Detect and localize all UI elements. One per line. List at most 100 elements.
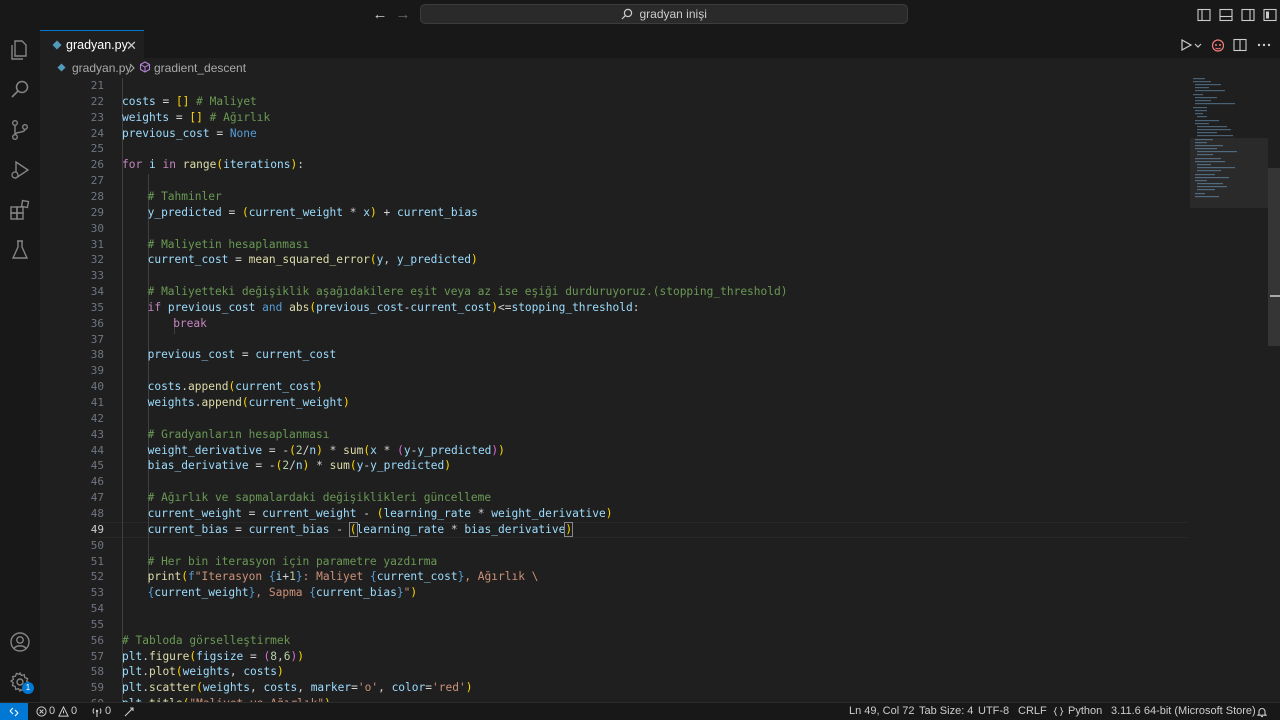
line-number-gutter: 21 22 23 24 25 26 27 28 29 30 31 32 33 34 35 36 37 38 39 40… <box>40 78 104 702</box>
code-line[interactable]: costs = [] # Maliyet <box>122 94 257 110</box>
ports-count[interactable]: 0 <box>105 705 111 717</box>
command-center-search[interactable]: gradyan inişi <box>420 4 908 24</box>
minimap[interactable] <box>1190 78 1270 702</box>
account-icon[interactable] <box>8 630 32 654</box>
extensions-icon[interactable] <box>8 198 32 222</box>
code-line[interactable]: # Tabloda görselleştirmek <box>122 633 290 649</box>
line-number: 30 <box>90 221 104 235</box>
line-number: 37 <box>90 332 104 346</box>
line-number: 46 <box>90 475 104 489</box>
source-control-icon[interactable] <box>8 118 32 142</box>
line-number: 40 <box>90 380 104 394</box>
code-line[interactable]: previous_cost = None <box>122 126 257 142</box>
python-interpreter[interactable]: 3.11.6 64-bit (Microsoft Store) <box>1111 705 1256 717</box>
code-line[interactable]: bias_derivative = -(2/n) * sum(y-y_predi… <box>148 458 451 474</box>
line-number: 21 <box>90 79 104 92</box>
live-share-icon[interactable] <box>123 706 135 718</box>
line-ending[interactable]: CRLF <box>1018 705 1047 717</box>
warning-count[interactable]: 0 <box>71 705 77 717</box>
line-number: 36 <box>90 316 104 330</box>
line-number: 52 <box>90 570 104 584</box>
indentation[interactable]: Tab Size: 4 <box>919 705 973 717</box>
close-tab-icon[interactable]: ✕ <box>126 38 137 54</box>
code-line[interactable]: current_weight = current_weight - (learn… <box>148 506 613 522</box>
line-number: 41 <box>90 396 104 409</box>
line-number: 57 <box>90 649 104 663</box>
code-line[interactable]: weight_derivative = -(2/n) * sum(x * (y-… <box>148 443 505 459</box>
line-number: 43 <box>90 427 104 441</box>
code-line[interactable]: weights = [] # Ağırlık <box>122 110 270 126</box>
toggle-secondary-sidebar-icon[interactable] <box>1240 7 1256 23</box>
line-number: 45 <box>90 459 104 473</box>
language-mode[interactable]: Python <box>1068 705 1102 717</box>
code-line[interactable]: plt.figure(figsize = (8,6)) <box>122 649 304 665</box>
line-number: 38 <box>90 348 104 362</box>
tab-label: gradyan.py <box>66 38 128 52</box>
code-line[interactable]: # Her bin iterasyon için parametre yazdı… <box>148 554 438 570</box>
command-center-text: gradyan inişi <box>639 7 707 21</box>
code-line[interactable]: print(f"Iterasyon {i+1}: Maliyet {curren… <box>148 569 539 585</box>
code-line[interactable]: current_cost = mean_squared_error(y, y_p… <box>148 252 478 268</box>
code-line[interactable]: plt.plot(weights, costs) <box>122 664 284 680</box>
scrollbar-cursor-marker <box>1270 295 1280 297</box>
tab-gradyan-py[interactable]: gradyan.py ✕ <box>40 30 144 58</box>
toggle-primary-sidebar-icon[interactable] <box>1196 7 1212 23</box>
split-editor-icon[interactable] <box>1232 37 1248 53</box>
code-line[interactable]: # Maliyetteki değişiklik aşağıdakilere e… <box>148 284 788 300</box>
line-number: 50 <box>90 538 104 552</box>
customize-layout-icon[interactable] <box>1262 7 1278 23</box>
code-line[interactable]: current_bias = current_bias - (learning_… <box>148 521 574 538</box>
cursor-position[interactable]: Ln 49, Col 72 <box>849 705 914 717</box>
line-number: 49 <box>90 522 104 536</box>
line-number: 24 <box>90 126 104 140</box>
breadcrumb-symbol[interactable]: gradient_descent <box>154 61 246 75</box>
vertical-scrollbar[interactable] <box>1268 168 1280 346</box>
line-number: 59 <box>90 681 104 695</box>
code-line[interactable]: if previous_cost and abs(previous_cost-c… <box>148 300 640 316</box>
code-line[interactable]: plt.scatter(weights, costs, marker='o', … <box>122 680 472 696</box>
testing-flask-icon[interactable] <box>8 238 32 262</box>
error-count[interactable]: 0 <box>49 705 55 717</box>
remote-icon <box>9 707 19 717</box>
python-file-icon <box>52 40 62 50</box>
line-number: 33 <box>90 269 104 283</box>
run-python-file-icon[interactable] <box>1178 37 1194 53</box>
remote-indicator[interactable] <box>0 703 28 720</box>
code-line[interactable]: for i in range(iterations): <box>122 157 304 173</box>
search-icon[interactable] <box>8 78 32 102</box>
code-line[interactable]: # Ağırlık ve sapmalardaki değişiklikleri… <box>148 490 492 506</box>
code-editor[interactable]: 21 22 23 24 25 26 27 28 29 30 31 32 33 34 35 36 37 38 39 40… <box>40 78 1280 702</box>
notifications-bell-icon[interactable] <box>1256 706 1268 718</box>
back-arrow-icon[interactable]: ← <box>371 6 389 24</box>
copilot-icon[interactable] <box>1210 37 1226 53</box>
code-line[interactable]: y_predicted = (current_weight * x) + cur… <box>148 205 478 221</box>
code-line[interactable]: break <box>173 316 207 332</box>
code-line[interactable]: weights.append(current_weight) <box>148 395 350 411</box>
line-number: 47 <box>90 491 104 505</box>
line-number: 23 <box>90 110 104 124</box>
code-line[interactable]: previous_cost = current_cost <box>148 347 337 363</box>
toggle-panel-icon[interactable] <box>1218 7 1234 23</box>
encoding[interactable]: UTF-8 <box>978 705 1009 717</box>
code-line[interactable]: # Gradyanların hesaplanması <box>148 427 330 443</box>
line-number: 39 <box>90 364 104 378</box>
method-symbol-icon <box>139 61 151 73</box>
line-number: 53 <box>90 586 104 600</box>
line-number: 42 <box>90 411 104 425</box>
line-number: 35 <box>90 300 104 314</box>
line-number: 44 <box>90 443 104 457</box>
explorer-icon[interactable] <box>8 38 32 62</box>
line-number: 54 <box>90 602 104 616</box>
code-line[interactable]: costs.append(current_cost) <box>148 379 323 395</box>
code-line[interactable]: {current_weight}, Sapma {current_bias}") <box>148 585 418 601</box>
code-line[interactable]: # Maliyetin hesaplanması <box>148 237 310 253</box>
tab-bar: gradyan.py ✕ <box>40 30 1280 58</box>
breadcrumb-file[interactable]: gradyan.py <box>72 61 131 75</box>
run-and-debug-icon[interactable] <box>8 158 32 182</box>
more-actions-icon[interactable] <box>1256 37 1272 53</box>
code-line[interactable]: # Tahminler <box>148 189 222 205</box>
ports-antenna-icon <box>92 708 102 717</box>
code-area[interactable]: costs = [] # Maliyet weights = [] # Ağırl… <box>122 78 1202 702</box>
run-dropdown-chevron-icon[interactable] <box>1193 37 1203 53</box>
forward-arrow-icon[interactable]: → <box>394 6 412 24</box>
